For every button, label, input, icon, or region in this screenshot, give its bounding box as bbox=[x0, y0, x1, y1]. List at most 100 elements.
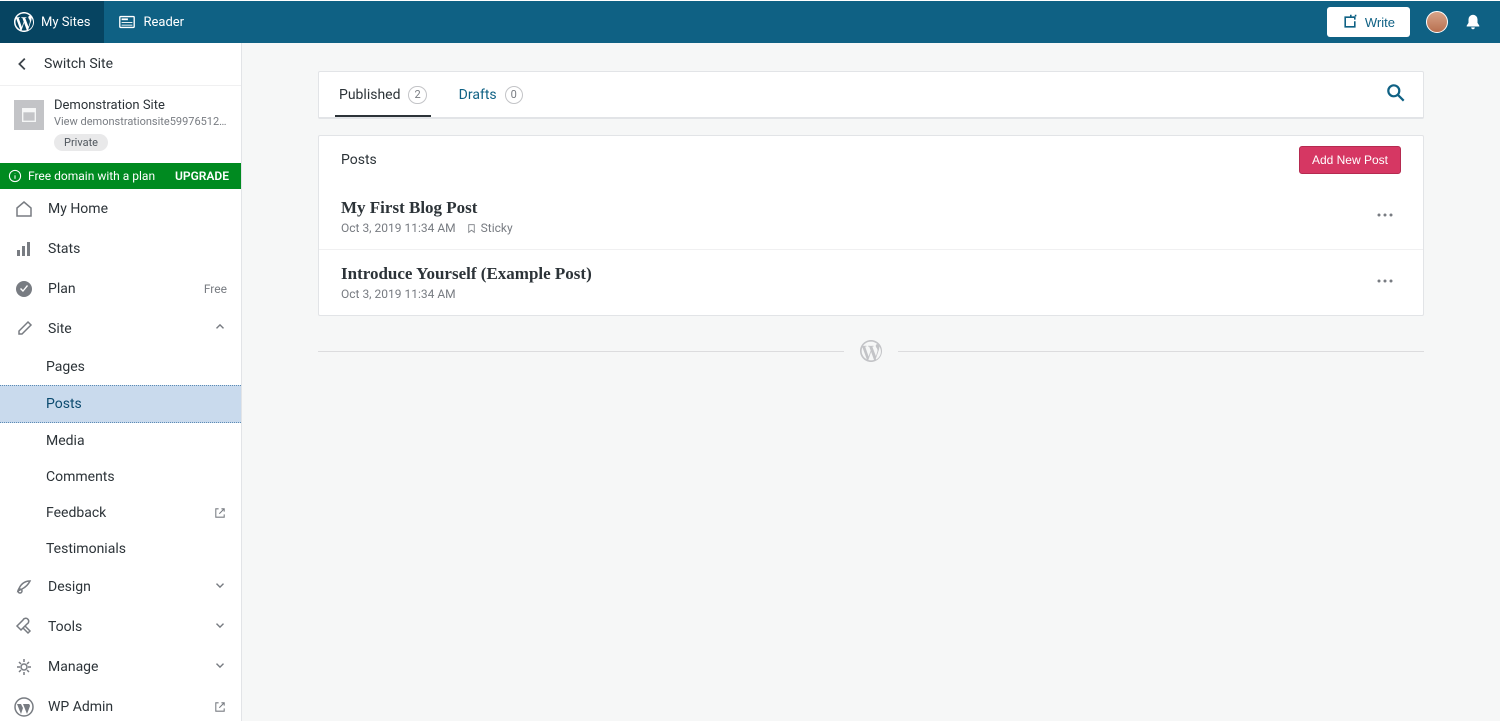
sidebar-item-manage[interactable]: Manage bbox=[0, 647, 241, 687]
design-icon bbox=[14, 577, 34, 597]
site-submenu: Pages Posts Media Comments Feedback Test… bbox=[0, 349, 241, 567]
tab-label: Drafts bbox=[459, 87, 497, 103]
sidebar-item-label: Comments bbox=[46, 469, 227, 485]
tab-label: Published bbox=[339, 87, 400, 103]
stats-icon bbox=[14, 239, 34, 259]
sidebar-item-my-home[interactable]: My Home bbox=[0, 189, 241, 229]
layout: Switch Site Demonstration Site View demo… bbox=[0, 43, 1500, 721]
tab-count: 2 bbox=[408, 86, 426, 104]
post-more-button[interactable] bbox=[1369, 265, 1401, 301]
sidebar-item-label: Manage bbox=[48, 659, 199, 675]
edit-icon bbox=[14, 319, 34, 339]
chevron-down-icon bbox=[213, 658, 227, 676]
reader-icon bbox=[118, 13, 136, 31]
tab-drafts[interactable]: Drafts 0 bbox=[455, 72, 527, 117]
more-icon bbox=[1375, 271, 1395, 291]
wordpress-icon bbox=[14, 697, 34, 717]
sidebar-item-label: WP Admin bbox=[48, 699, 199, 715]
site-view-link: View demonstrationsite599765121.v bbox=[54, 115, 227, 128]
tabs: Published 2 Drafts 0 bbox=[319, 72, 1423, 118]
switch-site-label: Switch Site bbox=[44, 56, 113, 72]
sidebar-item-label: Pages bbox=[46, 359, 227, 375]
sidebar: Switch Site Demonstration Site View demo… bbox=[0, 43, 242, 721]
add-new-post-button[interactable]: Add New Post bbox=[1299, 146, 1401, 174]
sidebar-item-pages[interactable]: Pages bbox=[0, 349, 241, 385]
more-icon bbox=[1375, 205, 1395, 225]
upgrade-button[interactable]: UPGRADE bbox=[175, 169, 229, 183]
sidebar-item-testimonials[interactable]: Testimonials bbox=[0, 531, 241, 567]
home-icon bbox=[14, 199, 34, 219]
sidebar-item-design[interactable]: Design bbox=[0, 567, 241, 607]
posts-list: My First Blog Post Oct 3, 2019 11:34 AM … bbox=[319, 184, 1423, 315]
masterbar: My Sites Reader Write bbox=[0, 0, 1500, 43]
sidebar-item-label: Testimonials bbox=[46, 541, 227, 557]
posts-panel: Posts Add New Post My First Blog Post Oc… bbox=[318, 135, 1424, 316]
write-label: Write bbox=[1365, 15, 1395, 30]
sidebar-item-label: My Home bbox=[48, 201, 227, 217]
wordpress-footer-icon bbox=[860, 340, 882, 362]
bookmark-icon bbox=[466, 223, 477, 234]
chevron-left-icon bbox=[14, 55, 32, 73]
footer-divider bbox=[318, 340, 1424, 362]
my-sites-label: My Sites bbox=[41, 15, 90, 30]
search-button[interactable] bbox=[1385, 82, 1407, 108]
site-title: Demonstration Site bbox=[54, 98, 227, 113]
post-date: Oct 3, 2019 11:34 AM bbox=[341, 287, 456, 301]
sidebar-item-label: Tools bbox=[48, 619, 199, 635]
site-card[interactable]: Demonstration Site View demonstrationsit… bbox=[0, 86, 241, 163]
sidebar-item-tools[interactable]: Tools bbox=[0, 607, 241, 647]
tab-count: 0 bbox=[505, 86, 523, 104]
reader-tab[interactable]: Reader bbox=[104, 1, 198, 43]
my-sites-tab[interactable]: My Sites bbox=[0, 1, 104, 43]
sticky-badge: Sticky bbox=[466, 221, 513, 235]
site-info: Demonstration Site View demonstrationsit… bbox=[54, 98, 227, 151]
post-more-button[interactable] bbox=[1369, 199, 1401, 235]
sidebar-item-stats[interactable]: Stats bbox=[0, 229, 241, 269]
notifications-icon[interactable] bbox=[1464, 13, 1482, 31]
sidebar-item-label: Site bbox=[48, 321, 199, 337]
posts-title: Posts bbox=[341, 152, 377, 168]
avatar[interactable] bbox=[1426, 11, 1448, 33]
post-row[interactable]: Introduce Yourself (Example Post) Oct 3,… bbox=[319, 249, 1423, 315]
tabs-panel: Published 2 Drafts 0 bbox=[318, 71, 1424, 119]
posts-header: Posts Add New Post bbox=[319, 136, 1423, 184]
sidebar-item-label: Posts bbox=[46, 396, 227, 412]
chevron-down-icon bbox=[213, 618, 227, 636]
gear-icon bbox=[14, 657, 34, 677]
plan-icon bbox=[14, 279, 34, 299]
reader-label: Reader bbox=[143, 15, 184, 30]
tools-icon bbox=[14, 617, 34, 637]
site-thumb-icon bbox=[20, 106, 38, 124]
upgrade-message: Free domain with a plan bbox=[28, 169, 155, 183]
chevron-up-icon bbox=[213, 320, 227, 338]
sidebar-item-feedback[interactable]: Feedback bbox=[0, 495, 241, 531]
post-info: Introduce Yourself (Example Post) Oct 3,… bbox=[341, 264, 592, 301]
sidebar-item-posts[interactable]: Posts bbox=[0, 385, 241, 423]
sidebar-item-label: Feedback bbox=[46, 505, 199, 521]
masterbar-right: Write bbox=[1327, 7, 1500, 37]
sidebar-item-site[interactable]: Site bbox=[0, 309, 241, 349]
write-button[interactable]: Write bbox=[1327, 7, 1410, 37]
divider-line bbox=[318, 351, 844, 352]
sidebar-item-plan[interactable]: Plan Free bbox=[0, 269, 241, 309]
external-link-icon bbox=[213, 506, 227, 520]
upgrade-banner[interactable]: Free domain with a plan UPGRADE bbox=[0, 163, 241, 189]
sidebar-item-label: Plan bbox=[48, 281, 190, 297]
plan-meta: Free bbox=[204, 282, 227, 296]
tab-published[interactable]: Published 2 bbox=[335, 72, 431, 117]
sidebar-item-label: Stats bbox=[48, 241, 227, 257]
post-row[interactable]: My First Blog Post Oct 3, 2019 11:34 AM … bbox=[319, 184, 1423, 249]
wordpress-logo-icon bbox=[14, 12, 34, 32]
post-date: Oct 3, 2019 11:34 AM bbox=[341, 221, 456, 235]
sidebar-item-wp-admin[interactable]: WP Admin bbox=[0, 687, 241, 721]
write-icon bbox=[1342, 14, 1358, 30]
sidebar-item-media[interactable]: Media bbox=[0, 423, 241, 459]
sidebar-item-comments[interactable]: Comments bbox=[0, 459, 241, 495]
switch-site-button[interactable]: Switch Site bbox=[0, 43, 241, 86]
search-icon bbox=[1385, 82, 1407, 104]
masterbar-left: My Sites Reader bbox=[0, 1, 198, 43]
post-meta: Oct 3, 2019 11:34 AM bbox=[341, 287, 592, 301]
sidebar-item-label: Design bbox=[48, 579, 199, 595]
external-link-icon bbox=[213, 700, 227, 714]
post-title: Introduce Yourself (Example Post) bbox=[341, 264, 592, 284]
